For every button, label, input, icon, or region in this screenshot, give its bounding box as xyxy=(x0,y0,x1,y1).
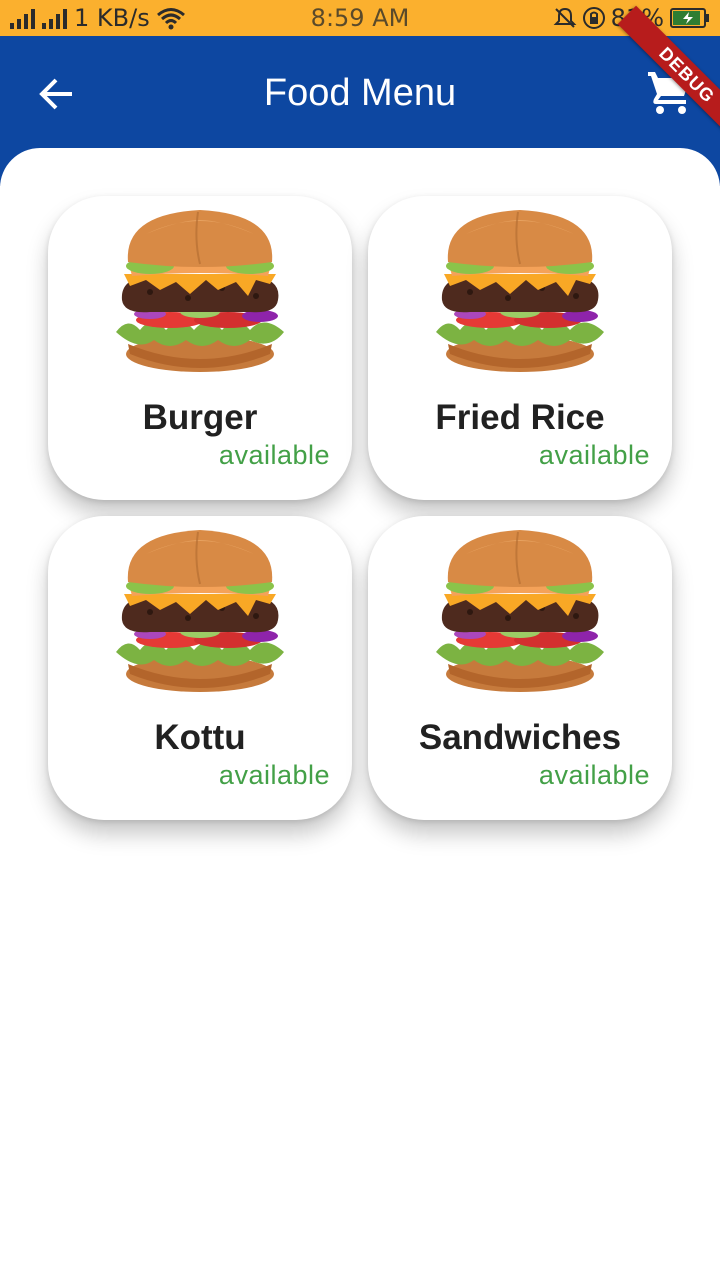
rotation-lock-icon xyxy=(582,7,605,29)
menu-card-sandwiches[interactable]: Sandwiches available xyxy=(368,516,672,820)
availability-status: available xyxy=(538,760,650,790)
burger-image xyxy=(430,524,610,696)
screen: 1 KB/s 8:59 AM 81% xyxy=(0,0,720,1280)
burger-image xyxy=(110,524,290,696)
menu-grid: Burger available Fried Rice available Ko… xyxy=(48,196,672,820)
status-bar: 1 KB/s 8:59 AM 81% xyxy=(0,0,720,36)
menu-item-name: Sandwiches xyxy=(418,718,622,757)
availability-status: available xyxy=(538,440,650,470)
battery-charging-icon xyxy=(670,8,709,28)
availability-status: available xyxy=(218,440,330,470)
mute-notification-icon xyxy=(553,7,577,28)
menu-item-name: Kottu xyxy=(154,718,246,757)
availability-status: available xyxy=(218,760,330,790)
menu-item-name: Burger xyxy=(142,398,258,437)
menu-card-fried-rice[interactable]: Fried Rice available xyxy=(368,196,672,500)
burger-image xyxy=(110,204,290,376)
burger-image xyxy=(430,204,610,376)
menu-card-burger[interactable]: Burger available xyxy=(48,196,352,500)
menu-card-kottu[interactable]: Kottu available xyxy=(48,516,352,820)
menu-item-name: Fried Rice xyxy=(435,398,605,437)
page-title: Food Menu xyxy=(263,72,457,114)
